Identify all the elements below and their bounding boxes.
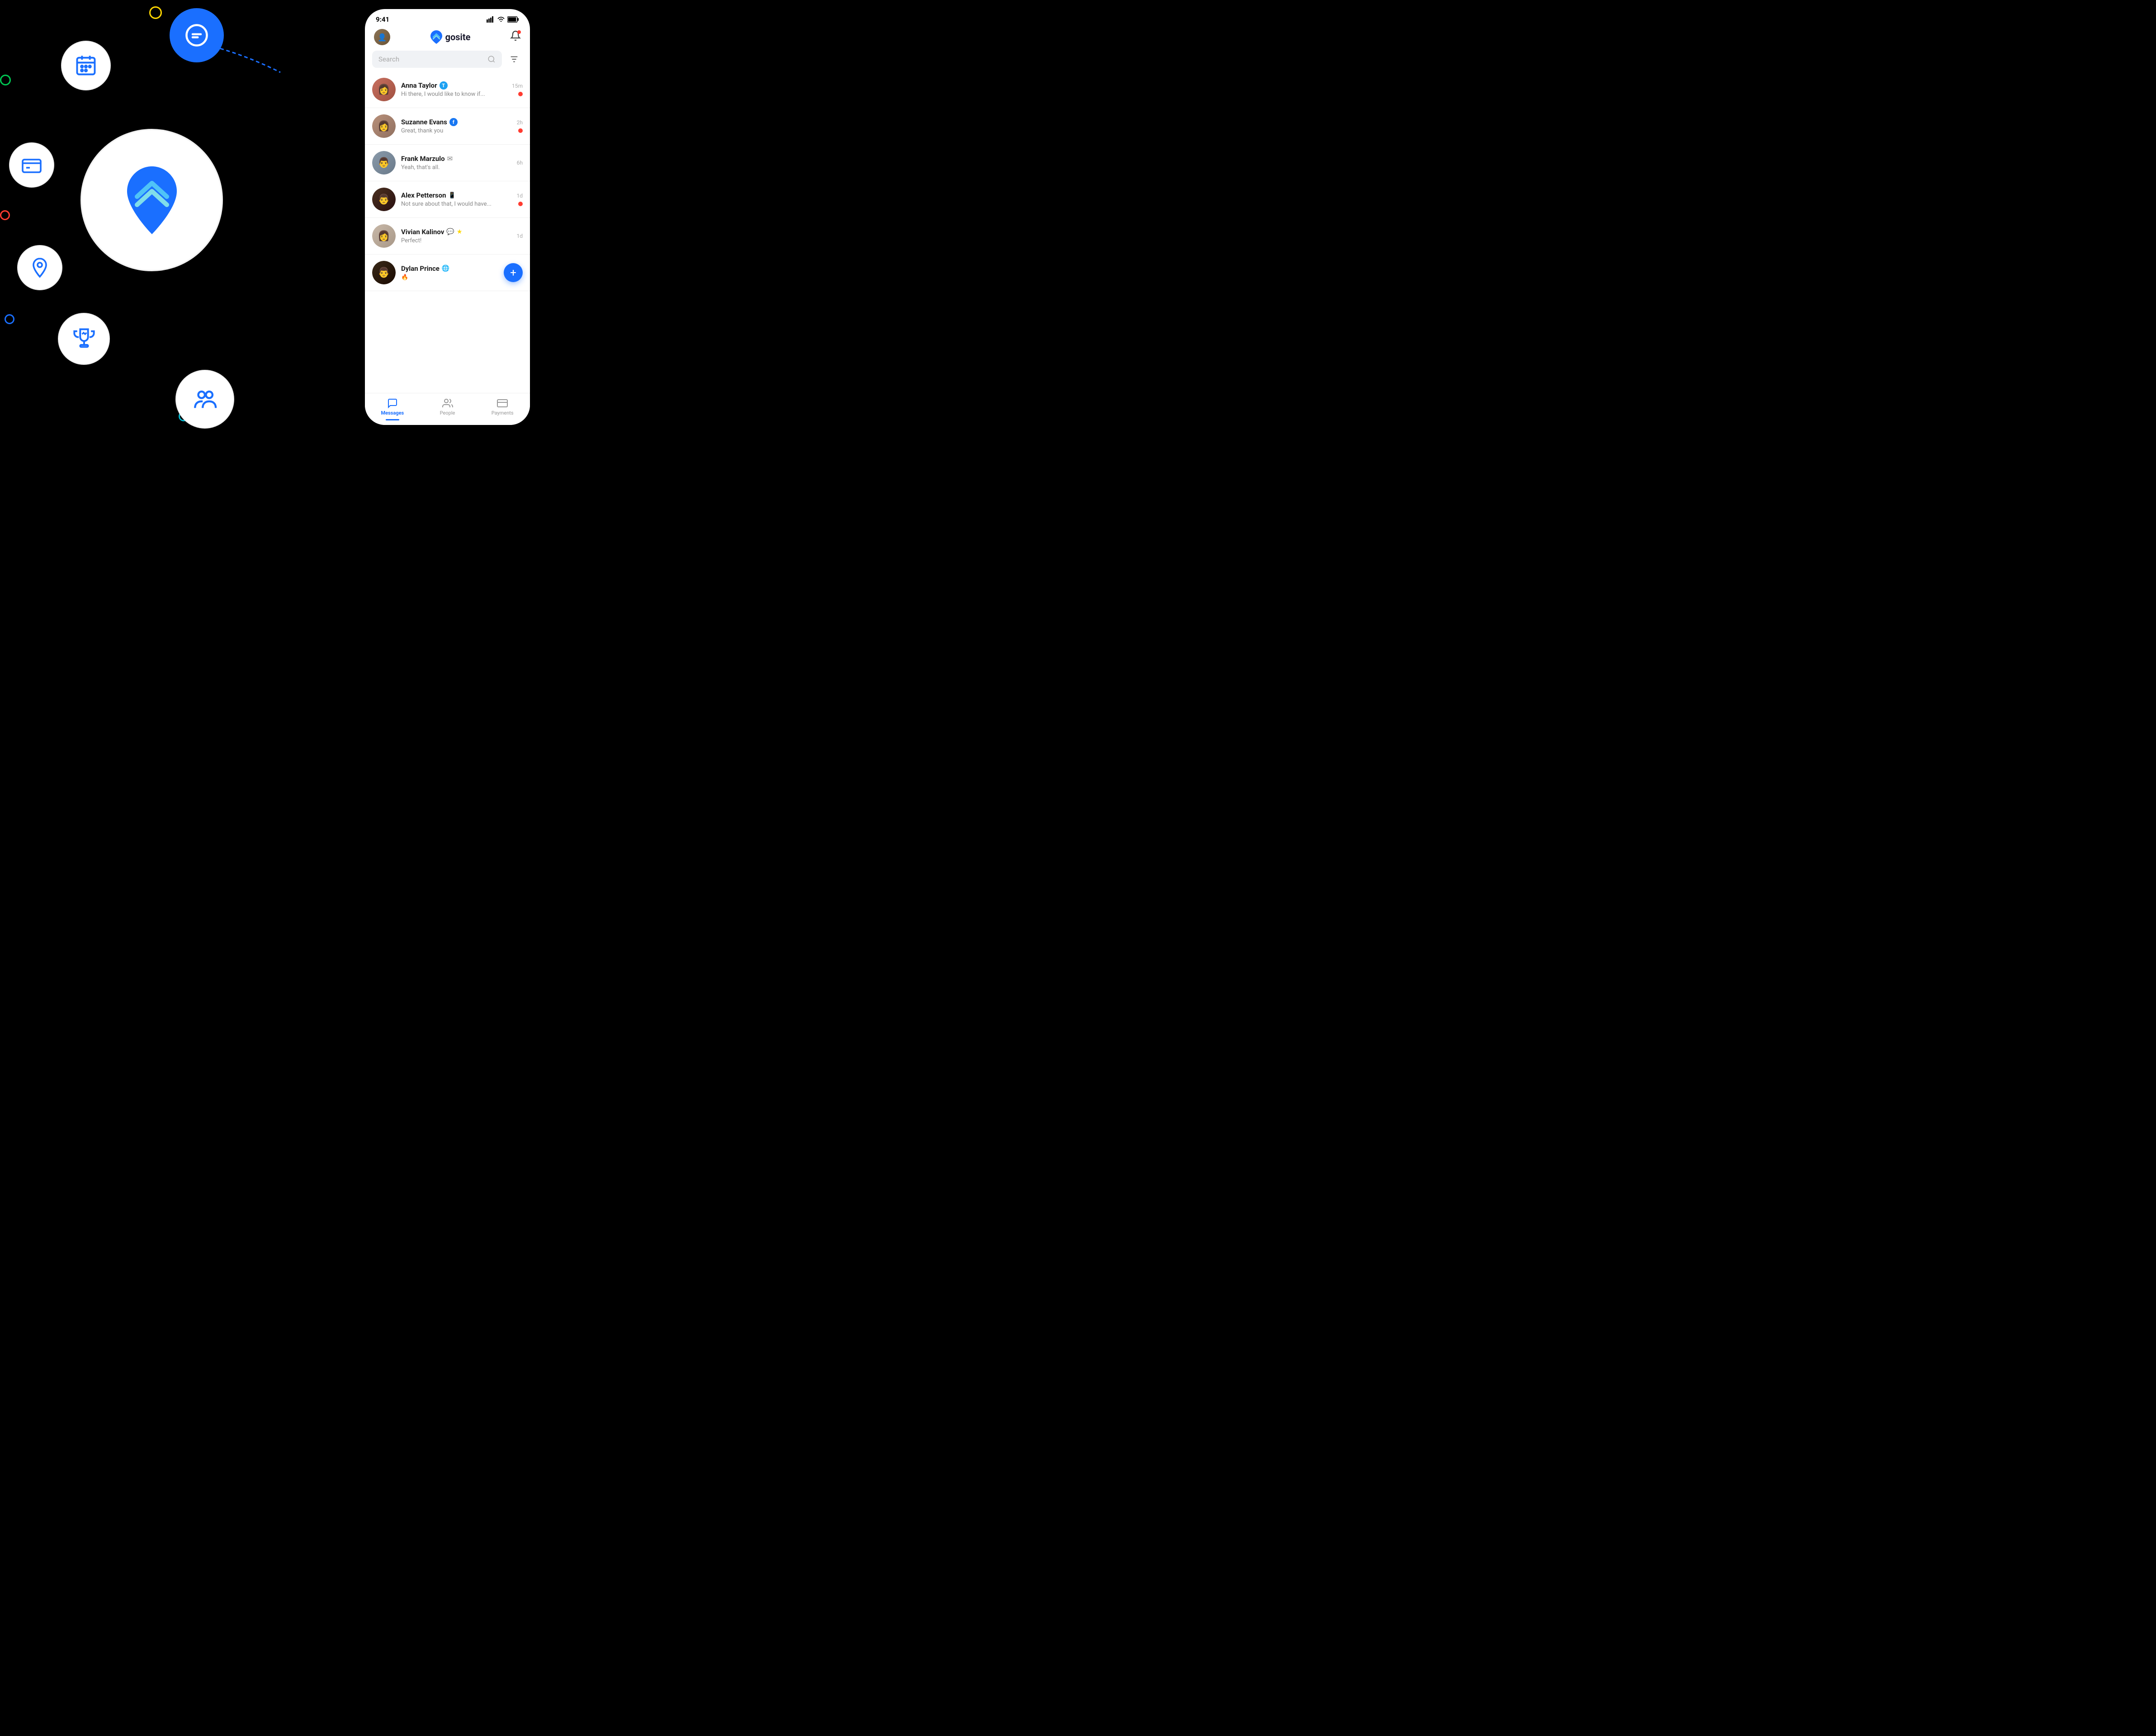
message-preview-anna: Hi there, I would like to know if... xyxy=(401,91,506,98)
phone-frame: 9:41 👤 xyxy=(365,9,530,425)
tab-messages-label: Messages xyxy=(381,410,404,416)
fab-add[interactable]: + xyxy=(504,263,523,282)
channel-icon-anna: T xyxy=(440,81,448,90)
calendar-circle xyxy=(61,41,111,90)
message-content-dylan: Dylan Prince 🌐 🔥 xyxy=(401,264,498,281)
message-content-alex: Alex Petterson 📱 Not sure about that, I … xyxy=(401,191,511,208)
signal-icon xyxy=(487,16,495,23)
avatar-vivian: 👩 xyxy=(372,224,396,248)
message-item-anna[interactable]: 👩 Anna Taylor T Hi there, I would like t… xyxy=(365,71,530,108)
message-meta-frank: 6h xyxy=(517,160,523,166)
message-meta-alex: 1d xyxy=(516,193,523,206)
center-circle xyxy=(80,129,223,271)
message-content-vivian: Vivian Kalinov 💬 ★ Perfect! xyxy=(401,228,511,244)
avatar-suzanne: 👩 xyxy=(372,114,396,138)
message-preview-frank: Yeah, that's all. xyxy=(401,164,511,171)
status-icons xyxy=(487,16,519,23)
contact-name-alex: Alex Petterson xyxy=(401,191,446,199)
brand-name: gosite xyxy=(445,32,471,42)
unread-indicator-anna xyxy=(518,92,523,96)
message-content-anna: Anna Taylor T Hi there, I would like to … xyxy=(401,81,506,98)
message-content-suzanne: Suzanne Evans f Great, thank you xyxy=(401,118,511,134)
message-preview-suzanne: Great, thank you xyxy=(401,127,511,134)
message-meta-dylan: + xyxy=(504,263,523,282)
tab-people-icon xyxy=(442,398,453,409)
message-time-alex: 1d xyxy=(516,193,523,199)
status-time: 9:41 xyxy=(376,15,389,24)
tab-people-label: People xyxy=(440,410,455,416)
message-time-frank: 6h xyxy=(517,160,523,166)
message-item-dylan[interactable]: 👨 Dylan Prince 🌐 🔥 + xyxy=(365,255,530,291)
star-icon-vivian: ★ xyxy=(457,228,463,236)
search-icon xyxy=(487,55,496,63)
ring-yellow xyxy=(149,6,162,19)
unread-indicator-alex xyxy=(518,202,523,206)
user-avatar[interactable]: 👤 xyxy=(374,29,390,45)
message-preview-dylan: 🔥 xyxy=(401,274,498,281)
message-item-vivian[interactable]: 👩 Vivian Kalinov 💬 ★ Perfect! 1d xyxy=(365,218,530,255)
app-header: 👤 gosite xyxy=(365,27,530,51)
card-circle xyxy=(9,142,54,188)
search-input[interactable]: Search xyxy=(372,51,502,68)
search-placeholder: Search xyxy=(378,55,484,63)
battery-icon xyxy=(507,16,519,23)
tab-bar: Messages People Payments xyxy=(365,393,530,425)
decorative-background xyxy=(0,0,339,434)
message-meta-vivian: 1d xyxy=(516,233,523,239)
contact-name-dylan: Dylan Prince xyxy=(401,264,440,273)
contact-name-anna: Anna Taylor xyxy=(401,81,437,90)
tab-messages[interactable]: Messages xyxy=(365,398,420,416)
message-item-suzanne[interactable]: 👩 Suzanne Evans f Great, thank you 2h xyxy=(365,108,530,145)
unread-indicator-suzanne xyxy=(518,128,523,133)
tab-payments-label: Payments xyxy=(492,410,514,416)
message-list: 👩 Anna Taylor T Hi there, I would like t… xyxy=(365,71,530,393)
contact-name-frank: Frank Marzulo xyxy=(401,155,445,163)
message-item-frank[interactable]: 👨 Frank Marzulo ✉ Yeah, that's all. 6h xyxy=(365,145,530,181)
avatar-dylan: 👨 xyxy=(372,261,396,284)
search-bar[interactable]: Search xyxy=(372,51,523,68)
wifi-icon xyxy=(497,16,505,23)
tab-people[interactable]: People xyxy=(420,398,475,416)
channel-icon-frank: ✉ xyxy=(447,155,453,163)
message-time-anna: 15m xyxy=(512,83,523,89)
avatar-anna: 👩 xyxy=(372,78,396,101)
tab-payments-icon xyxy=(497,398,508,409)
tab-messages-icon xyxy=(387,398,398,409)
message-meta-anna: 15m xyxy=(512,83,523,96)
ring-blue xyxy=(5,314,14,324)
channel-icon-dylan: 🌐 xyxy=(442,265,449,272)
message-meta-suzanne: 2h xyxy=(517,119,523,133)
trophy-circle xyxy=(58,313,110,365)
message-time-vivian: 1d xyxy=(516,233,523,239)
people-circle xyxy=(175,370,234,429)
message-time-suzanne: 2h xyxy=(517,119,523,126)
chat-circle xyxy=(170,8,224,62)
ring-green xyxy=(0,75,11,85)
ring-red xyxy=(0,210,10,220)
contact-name-suzanne: Suzanne Evans xyxy=(401,118,447,126)
avatar-alex: 👨 xyxy=(372,188,396,211)
message-preview-alex: Not sure about that, I would have... xyxy=(401,201,511,208)
message-item-alex[interactable]: 👨 Alex Petterson 📱 Not sure about that, … xyxy=(365,181,530,218)
gosite-logo-icon xyxy=(430,30,443,44)
channel-icon-alex: 📱 xyxy=(449,192,456,199)
message-preview-vivian: Perfect! xyxy=(401,237,511,244)
avatar-frank: 👨 xyxy=(372,151,396,175)
channel-icon-suzanne: f xyxy=(449,118,458,126)
channel-icon-vivian: 💬 xyxy=(446,228,454,236)
contact-name-vivian: Vivian Kalinov xyxy=(401,228,444,236)
filter-button[interactable] xyxy=(506,51,523,68)
message-content-frank: Frank Marzulo ✉ Yeah, that's all. xyxy=(401,155,511,171)
brand-logo: gosite xyxy=(430,30,471,44)
notification-dot xyxy=(517,30,521,34)
dashed-line xyxy=(208,45,307,81)
location-circle xyxy=(17,245,62,290)
status-bar: 9:41 xyxy=(365,9,530,27)
notification-bell[interactable] xyxy=(510,30,521,44)
tab-payments[interactable]: Payments xyxy=(475,398,530,416)
